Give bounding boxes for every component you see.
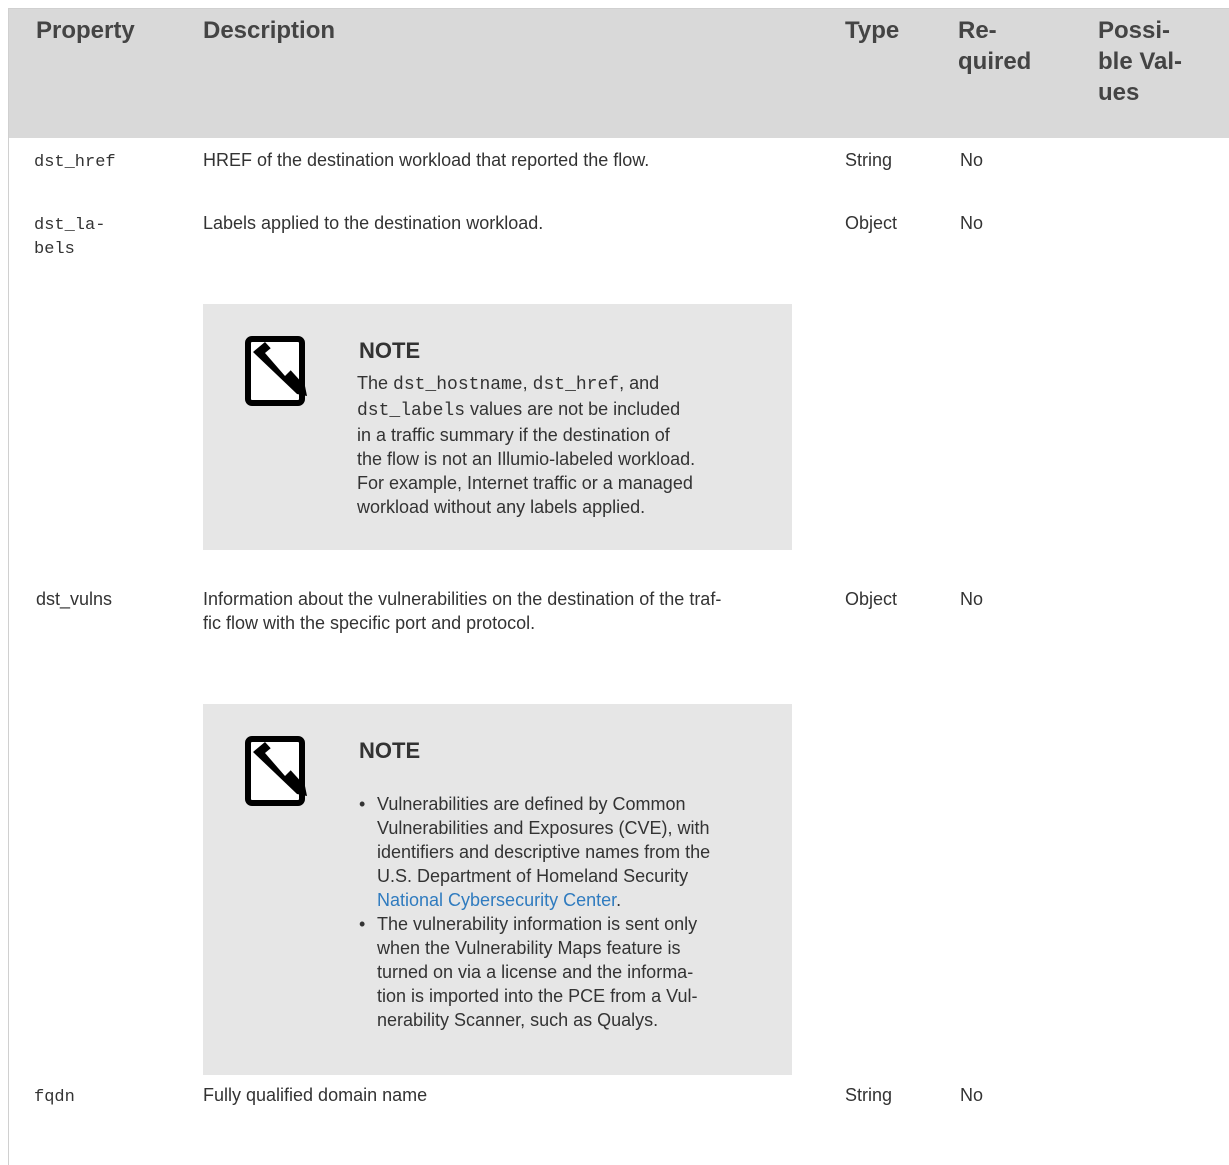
row-required: No [960, 213, 984, 233]
header-possible-values: Possi- ble Val- ues [1098, 17, 1183, 106]
table-header [9, 9, 1229, 138]
note-pencil-icon [245, 736, 307, 806]
row-type: String [845, 150, 893, 170]
row-property: dst_vulns [36, 589, 113, 609]
row-required: No [960, 589, 984, 609]
row-property: fqdn [34, 1088, 75, 1107]
list-item: • Vulnerabilities are defined by Common … [359, 794, 711, 910]
table-left-border [8, 8, 9, 1165]
note-text: The dst_hostname, dst_href, and dst_labe… [357, 373, 696, 517]
row-type: Object [845, 589, 898, 609]
header-required: Re- quired [958, 17, 1032, 75]
note-bullet-list: • Vulnerabilities are defined by Common … [357, 792, 747, 1032]
row-description: Information about the vulnerabilities on… [203, 589, 722, 633]
header-property: Property [36, 17, 135, 44]
header-description: Description [203, 17, 336, 44]
note-box: NOTE • Vulnerabilities are defined by Co… [203, 704, 792, 1075]
row-description: HREF of the destination workload that re… [203, 150, 650, 170]
list-item: • The vulnerability information is sent … [359, 914, 698, 1030]
note-box: NOTE The dst_hostname, dst_href, and dst… [203, 304, 792, 550]
row-required: No [960, 1085, 984, 1105]
note-pencil-icon [245, 336, 307, 406]
header-type: Type [845, 17, 900, 44]
row-property: dst_href [34, 153, 116, 172]
note-title: NOTE [359, 738, 421, 763]
row-type: Object [845, 213, 898, 233]
row-description: Fully qualified domain name [203, 1085, 428, 1105]
row-required: No [960, 150, 984, 170]
row-property: dst_la- bels [34, 216, 106, 259]
nccic-link[interactable]: National Cybersecurity Center [377, 890, 616, 910]
note-title: NOTE [359, 338, 421, 363]
row-type: String [845, 1085, 893, 1105]
row-description: Labels applied to the destination worklo… [203, 213, 544, 233]
